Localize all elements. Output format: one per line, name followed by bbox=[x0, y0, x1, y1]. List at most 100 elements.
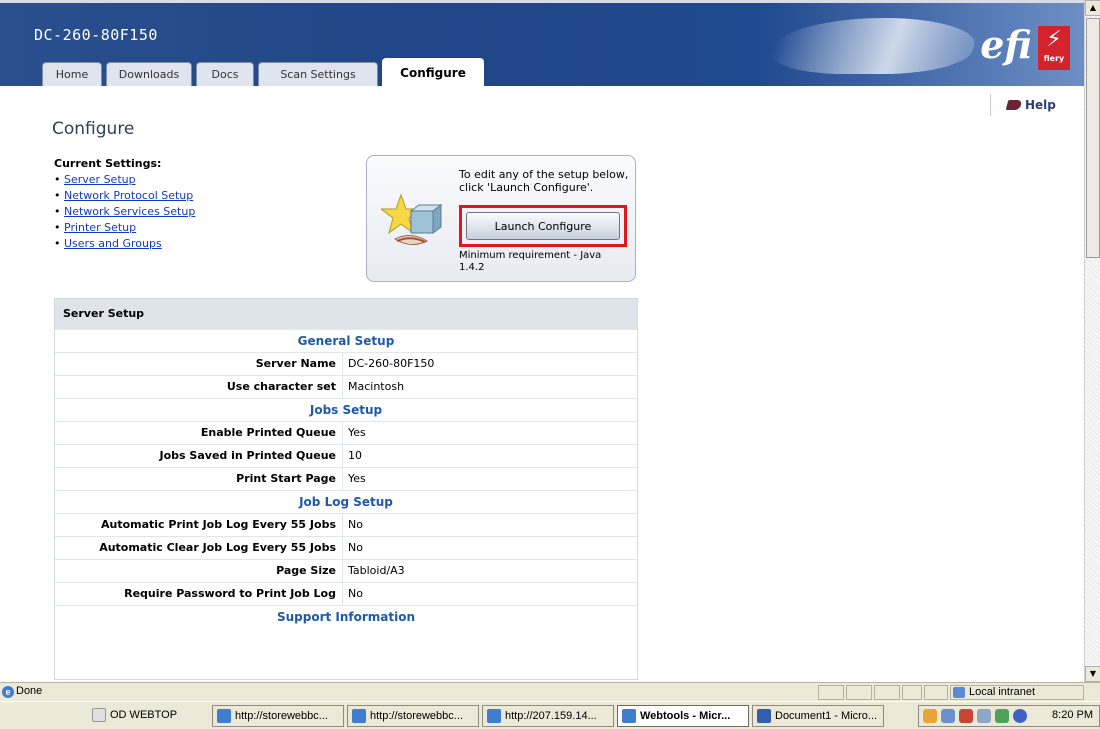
ie-page-icon: e bbox=[2, 686, 14, 698]
server-setup-title: Server Setup bbox=[55, 299, 637, 329]
table-row: Jobs Saved in Printed Queue 10 bbox=[55, 444, 637, 467]
windows-taskbar: OD WEBTOP http://storewebbc... http://st… bbox=[0, 701, 1100, 729]
fiery-logo: ⚡ fiery bbox=[1038, 26, 1070, 70]
taskbar-item-webtools[interactable]: Webtools - Micr... bbox=[617, 705, 749, 727]
tab-downloads[interactable]: Downloads bbox=[106, 62, 192, 86]
word-icon bbox=[757, 709, 771, 723]
setting-name-text: Enable Printed Queue bbox=[200, 426, 336, 439]
device-name: DC-260-80F150 bbox=[34, 26, 158, 44]
status-text: Done bbox=[16, 685, 43, 697]
table-row: Print Start Page Yes bbox=[55, 467, 637, 490]
system-tray: 8:20 PM bbox=[918, 705, 1100, 727]
launch-button-highlight: Launch Configure bbox=[459, 205, 627, 247]
ie-icon bbox=[217, 709, 231, 723]
launch-configure-panel: To edit any of the setup below, click 'L… bbox=[366, 155, 636, 282]
server-setup-rows: General Setup Server Name DC-260-80F150 Use… bbox=[55, 329, 637, 628]
tray-security-icon[interactable] bbox=[941, 709, 955, 723]
scroll-up-arrow-icon[interactable]: ▲ bbox=[1085, 0, 1100, 16]
taskbar-item-label: OD WEBTOP bbox=[110, 709, 178, 721]
intranet-icon bbox=[953, 687, 965, 698]
header-swoosh bbox=[763, 18, 985, 74]
status-cell bbox=[902, 685, 922, 700]
tray-network-icon[interactable] bbox=[923, 709, 937, 723]
java-requirement: Minimum requirement - Java 1.4.2 bbox=[459, 250, 602, 273]
help-label: Help bbox=[1025, 98, 1056, 112]
zone-label: Local intranet bbox=[969, 686, 1036, 698]
tray-app-icon[interactable] bbox=[1013, 709, 1027, 723]
link-server-setup[interactable]: Server Setup bbox=[64, 173, 136, 186]
tray-volume-icon[interactable] bbox=[977, 709, 991, 723]
link-network-protocol-setup[interactable]: Network Protocol Setup bbox=[64, 189, 193, 202]
taskbar-spacer bbox=[60, 705, 90, 727]
current-settings: Current Settings: Server Setup Network P… bbox=[54, 157, 354, 252]
help-divider bbox=[990, 94, 991, 116]
help-link[interactable]: Help bbox=[1005, 98, 1056, 112]
current-settings-label: Current Settings: bbox=[54, 157, 162, 170]
setting-name-text: Require Password to Print Job Log bbox=[124, 587, 336, 600]
taskbar-item-ie-1[interactable]: http://storewebbc... bbox=[212, 705, 344, 727]
setting-name: Print Start Page bbox=[55, 468, 343, 490]
setting-value: Yes bbox=[348, 426, 366, 439]
setting-name: Page Size bbox=[55, 560, 343, 582]
efi-logo: efi bbox=[980, 22, 1032, 67]
link-printer-setup[interactable]: Printer Setup bbox=[64, 221, 136, 234]
app-header: DC-260-80F150 efi ⚡ fiery Home Downloads… bbox=[0, 0, 1084, 86]
ie-icon bbox=[487, 709, 501, 723]
setting-name: Require Password to Print Job Log bbox=[55, 583, 343, 605]
tab-scan-settings[interactable]: Scan Settings bbox=[258, 62, 378, 86]
table-row: Page Size Tabloid/A3 bbox=[55, 559, 637, 582]
tab-home[interactable]: Home bbox=[42, 62, 102, 86]
page-title: Configure bbox=[52, 119, 135, 139]
setting-name-text: Automatic Clear Job Log Every 55 Jobs bbox=[99, 541, 336, 554]
ie-icon bbox=[622, 709, 636, 723]
launch-configure-button[interactable]: Launch Configure bbox=[466, 212, 620, 240]
setting-name: Jobs Saved in Printed Queue bbox=[55, 445, 343, 467]
status-cell bbox=[846, 685, 872, 700]
vertical-scrollbar[interactable]: ▲ ▼ bbox=[1084, 0, 1100, 682]
tab-docs[interactable]: Docs bbox=[196, 62, 254, 86]
list-item: Network Protocol Setup bbox=[54, 188, 354, 204]
list-item: Server Setup bbox=[54, 172, 354, 188]
taskbar-item-label: Document1 - Micro... bbox=[775, 710, 878, 722]
configure-star-icon bbox=[381, 193, 443, 245]
link-network-services-setup[interactable]: Network Services Setup bbox=[64, 205, 195, 218]
section-header: Job Log Setup bbox=[55, 490, 637, 513]
setting-name: Enable Printed Queue bbox=[55, 422, 343, 444]
taskbar-item-label: http://207.159.14... bbox=[505, 710, 597, 722]
link-users-and-groups[interactable]: Users and Groups bbox=[64, 237, 162, 250]
taskbar-item-label: Webtools - Micr... bbox=[640, 710, 731, 722]
setting-name-text: Page Size bbox=[276, 564, 336, 577]
taskbar-item-od-webtop[interactable]: OD WEBTOP bbox=[88, 705, 208, 727]
launch-instruction: To edit any of the setup below, click 'L… bbox=[459, 168, 629, 194]
current-settings-list: Server Setup Network Protocol Setup Netw… bbox=[54, 172, 354, 252]
setting-value: No bbox=[348, 541, 363, 554]
list-item: Printer Setup bbox=[54, 220, 354, 236]
section-header: General Setup bbox=[55, 329, 637, 352]
setting-name-text: Print Start Page bbox=[236, 472, 336, 485]
setting-value: Tabloid/A3 bbox=[348, 564, 405, 577]
taskbar-item-ie-3[interactable]: http://207.159.14... bbox=[482, 705, 614, 727]
browser-status-bar: e Done Local intranet bbox=[0, 682, 1100, 702]
setting-value: Yes bbox=[348, 472, 366, 485]
taskbar-item-document1[interactable]: Document1 - Micro... bbox=[752, 705, 884, 727]
setting-name: Automatic Print Job Log Every 55 Jobs bbox=[55, 514, 343, 536]
section-header: Jobs Setup bbox=[55, 398, 637, 421]
taskbar-item-ie-2[interactable]: http://storewebbc... bbox=[347, 705, 479, 727]
setting-value: No bbox=[348, 518, 363, 531]
tray-sync-icon[interactable] bbox=[995, 709, 1009, 723]
setting-value: No bbox=[348, 587, 363, 600]
header-topline bbox=[0, 0, 1084, 3]
tab-configure[interactable]: Configure bbox=[382, 58, 484, 86]
scroll-down-arrow-icon[interactable]: ▼ bbox=[1085, 666, 1100, 682]
setting-name: Automatic Clear Job Log Every 55 Jobs bbox=[55, 537, 343, 559]
section-header: Support Information bbox=[55, 605, 637, 628]
table-row: Automatic Clear Job Log Every 55 Jobs No bbox=[55, 536, 637, 559]
security-zone: Local intranet bbox=[950, 685, 1084, 700]
status-cell bbox=[924, 685, 948, 700]
help-book-icon bbox=[1005, 100, 1023, 110]
setting-value: Macintosh bbox=[348, 380, 405, 393]
scrollbar-thumb[interactable] bbox=[1086, 18, 1100, 258]
table-row: Use character set Macintosh bbox=[55, 375, 637, 398]
status-cell bbox=[874, 685, 900, 700]
tray-alert-icon[interactable] bbox=[959, 709, 973, 723]
